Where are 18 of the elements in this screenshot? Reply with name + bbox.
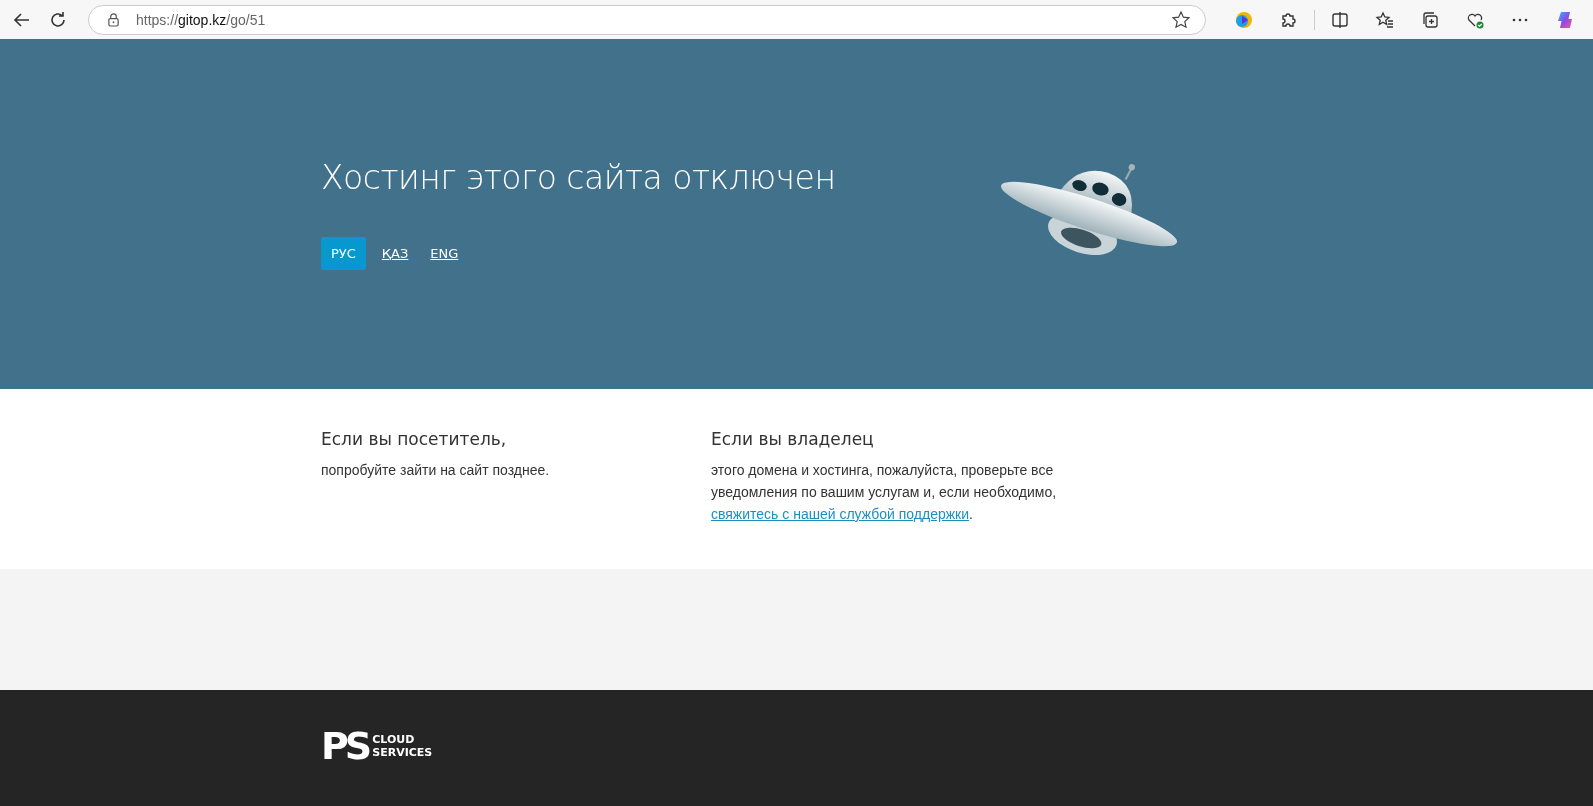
collections-icon[interactable] [1420, 9, 1440, 30]
section-heading: Если вы посетитель, [321, 429, 508, 449]
section-text: попробуйте зайти на сайт позднее. [321, 461, 551, 480]
url-text: https://gitop.kz/go/51 [136, 11, 267, 28]
language-link[interactable]: ENG [424, 237, 465, 270]
copilot-icon[interactable] [1555, 9, 1575, 30]
lock-icon[interactable] [107, 12, 120, 27]
section-text: этого домена и хостинга, пожалуйста, проверьте все уведомления по вашим услугам и, если необходимо, свяжитесь с нашей службой поддержки. [711, 461, 1058, 524]
language-link[interactable]: ҚАЗ [375, 237, 415, 270]
page-title: Хостинг этого сайта отключен [321, 158, 836, 197]
address-bar[interactable]: https://gitop.kz/go/51 [88, 4, 1206, 35]
language-link[interactable]: РУС [321, 237, 366, 270]
reload-icon[interactable] [48, 9, 68, 30]
star-icon[interactable] [1171, 9, 1191, 30]
support-link[interactable]: свяжитесь с нашей службой поддержки [711, 506, 970, 522]
section-heading: Если вы владелец [711, 429, 875, 449]
play-circle-icon[interactable] [1234, 9, 1254, 30]
split-screen-icon[interactable] [1330, 9, 1350, 30]
